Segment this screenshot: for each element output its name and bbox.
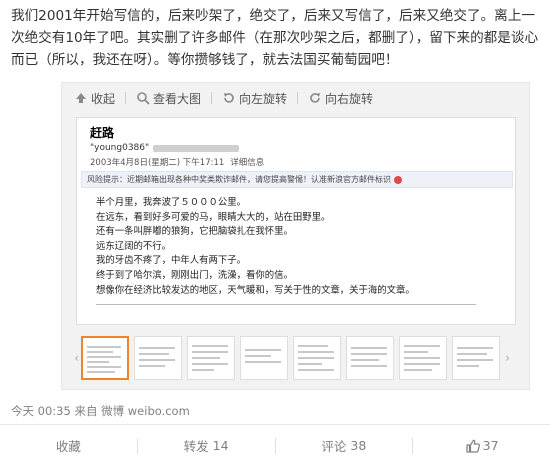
email-risk-warning: 风险提示：近期邮箱出现各种中奖类欺诈邮件，请您提高警惕！认准新浪官方邮件标识 [81, 171, 513, 188]
email-detail-link: 详细信息 [230, 158, 265, 168]
email-line: 终于到了哈尔滨，刚刚出门，洗澡，看你的信。 [96, 269, 293, 281]
search-icon [137, 92, 150, 105]
comment-button[interactable]: 评论 38 [276, 436, 413, 455]
warning-text: 风险提示：近期邮箱出现各种中奖类欺诈邮件，请您提高警惕！认准新浪官方邮件标识 [87, 175, 391, 184]
collapse-label: 收起 [91, 91, 116, 106]
email-line: 半个月里，我奔波了５０００公里。 [96, 197, 247, 208]
email-sender: 赶路 [90, 126, 115, 140]
thumbnail[interactable] [134, 336, 182, 380]
comment-label: 评论 [321, 439, 347, 454]
media-card: 收起 查看大图 向左旋转 向右旋转 赶路 "young0386" 2003年4月… [61, 82, 530, 390]
email-date: 2003年4月8日(星期二) 下午17:11 [90, 158, 225, 168]
post-text: 我们2001年开始写信的，后来吵架了，绝交了，后来又写信了，后来又绝交了。离上一… [11, 8, 539, 68]
thumbnail-strip: ‹ › [72, 333, 522, 383]
favorite-button[interactable]: 收藏 [0, 436, 137, 455]
view-large-button[interactable]: 查看大图 [136, 90, 201, 107]
arrow-up-icon [76, 93, 86, 103]
email-body: 半个月里，我奔波了５０００公里。 在远东，看到好多可爱的马，眼睛大大的，站在田野… [96, 196, 496, 298]
thumbnail-active[interactable] [81, 336, 129, 380]
view-large-label: 查看大图 [153, 91, 202, 106]
post-meta: 今天 00:35 来自 微博 weibo.com [11, 403, 190, 419]
thumbnail[interactable] [240, 336, 288, 380]
rotate-right-icon [310, 93, 321, 103]
rotate-right-button[interactable]: 向右旋转 [308, 90, 373, 107]
thumbs-up-icon [466, 439, 480, 453]
email-address: "young0386" [90, 143, 150, 153]
thumb-next-icon[interactable]: › [503, 351, 512, 365]
like-count: 37 [482, 438, 499, 453]
rotate-left-label: 向左旋转 [239, 91, 288, 106]
like-button[interactable]: 37 [413, 438, 550, 454]
rotate-left-icon [224, 93, 234, 103]
email-line: 我的牙齿不疼了，中年人有两下子。 [96, 255, 247, 267]
action-bar: 收藏 转发 14 评论 38 37 [0, 424, 550, 466]
email-screenshot-image[interactable]: 赶路 "young0386" 2003年4月8日(星期二) 下午17:11 详细… [76, 117, 516, 325]
toolbar-divider [125, 92, 127, 104]
email-line: 远东辽阔的不行。 [96, 240, 172, 252]
repost-button[interactable]: 转发 14 [138, 436, 275, 455]
favorite-label: 收藏 [55, 439, 81, 454]
repost-label: 转发 [183, 439, 209, 454]
toolbar-divider [297, 92, 299, 104]
thumb-prev-icon[interactable]: ‹ [72, 351, 81, 365]
redacted-address [153, 144, 240, 152]
thumbnail[interactable] [452, 336, 500, 380]
email-line: 想像你在经济比较发达的地区，天气暖和，写关于性的文章，关于海的文章。 [96, 284, 415, 296]
rotate-left-button[interactable]: 向左旋转 [222, 90, 287, 107]
email-date-row: 2003年4月8日(星期二) 下午17:11 详细信息 [90, 156, 510, 168]
email-address-row: "young0386" [90, 143, 510, 153]
email-header: 赶路 "young0386" 2003年4月8日(星期二) 下午17:11 详细… [90, 124, 510, 168]
media-toolbar: 收起 查看大图 向左旋转 向右旋转 [62, 83, 529, 113]
thumbnail[interactable] [293, 336, 341, 380]
post-from-label: 来自 [74, 404, 98, 418]
repost-count: 14 [212, 438, 229, 453]
thumbnail[interactable] [187, 336, 235, 380]
email-line: 在远东，看到好多可爱的马，眼睛大大的，站在田野里。 [96, 211, 331, 223]
thumbnail[interactable] [399, 336, 447, 380]
email-line: 还有一条叫胖嘟的狼狗，它把脑袋扎在我怀里。 [96, 226, 293, 238]
post-source[interactable]: 微博 weibo.com [101, 404, 190, 418]
rotate-right-label: 向右旋转 [325, 91, 374, 106]
warning-icon [394, 175, 402, 184]
comment-count: 38 [350, 438, 367, 453]
post-time[interactable]: 今天 00:35 [11, 404, 71, 418]
toolbar-divider [211, 92, 213, 104]
email-divider [96, 304, 476, 305]
thumbnail[interactable] [346, 336, 394, 380]
collapse-button[interactable]: 收起 [74, 90, 115, 107]
